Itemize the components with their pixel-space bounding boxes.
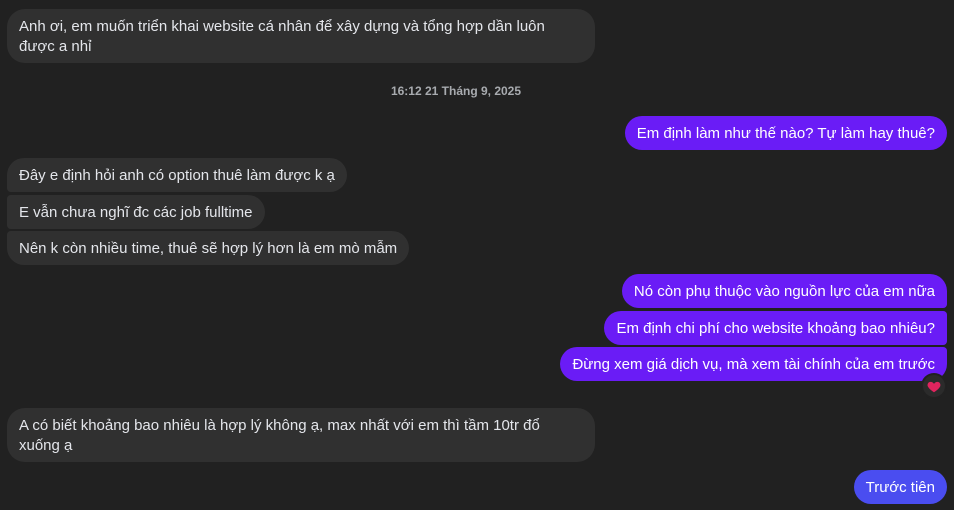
- incoming-message[interactable]: Anh ơi, em muốn triển khai website cá nh…: [7, 9, 595, 63]
- reaction-badge[interactable]: [921, 373, 947, 399]
- outgoing-message[interactable]: Em định làm như thế nào? Tự làm hay thuê…: [624, 116, 947, 150]
- outgoing-message[interactable]: Nó còn phụ thuộc vào nguồn lực của em nữ…: [621, 274, 947, 308]
- outgoing-message[interactable]: Trước tiên: [853, 470, 947, 504]
- incoming-message[interactable]: A có biết khoảng bao nhiêu là hợp lý khô…: [7, 408, 595, 462]
- incoming-message[interactable]: Nên k còn nhiều time, thuê sẽ hợp lý hơn…: [7, 231, 410, 265]
- outgoing-message[interactable]: Em định chi phí cho website khoảng bao n…: [604, 311, 947, 345]
- chat-thread: Anh ơi, em muốn triển khai website cá nh…: [0, 0, 954, 510]
- incoming-message[interactable]: E vẫn chưa nghĩ đc các job fulltime: [7, 195, 265, 229]
- message-timestamp: 16:12 21 Tháng 9, 2025: [390, 84, 522, 98]
- heart-icon: [927, 380, 941, 393]
- outgoing-message[interactable]: Đừng xem giá dịch vụ, mà xem tài chính c…: [560, 347, 947, 381]
- incoming-message[interactable]: Đây e định hỏi anh có option thuê làm đư…: [7, 158, 347, 192]
